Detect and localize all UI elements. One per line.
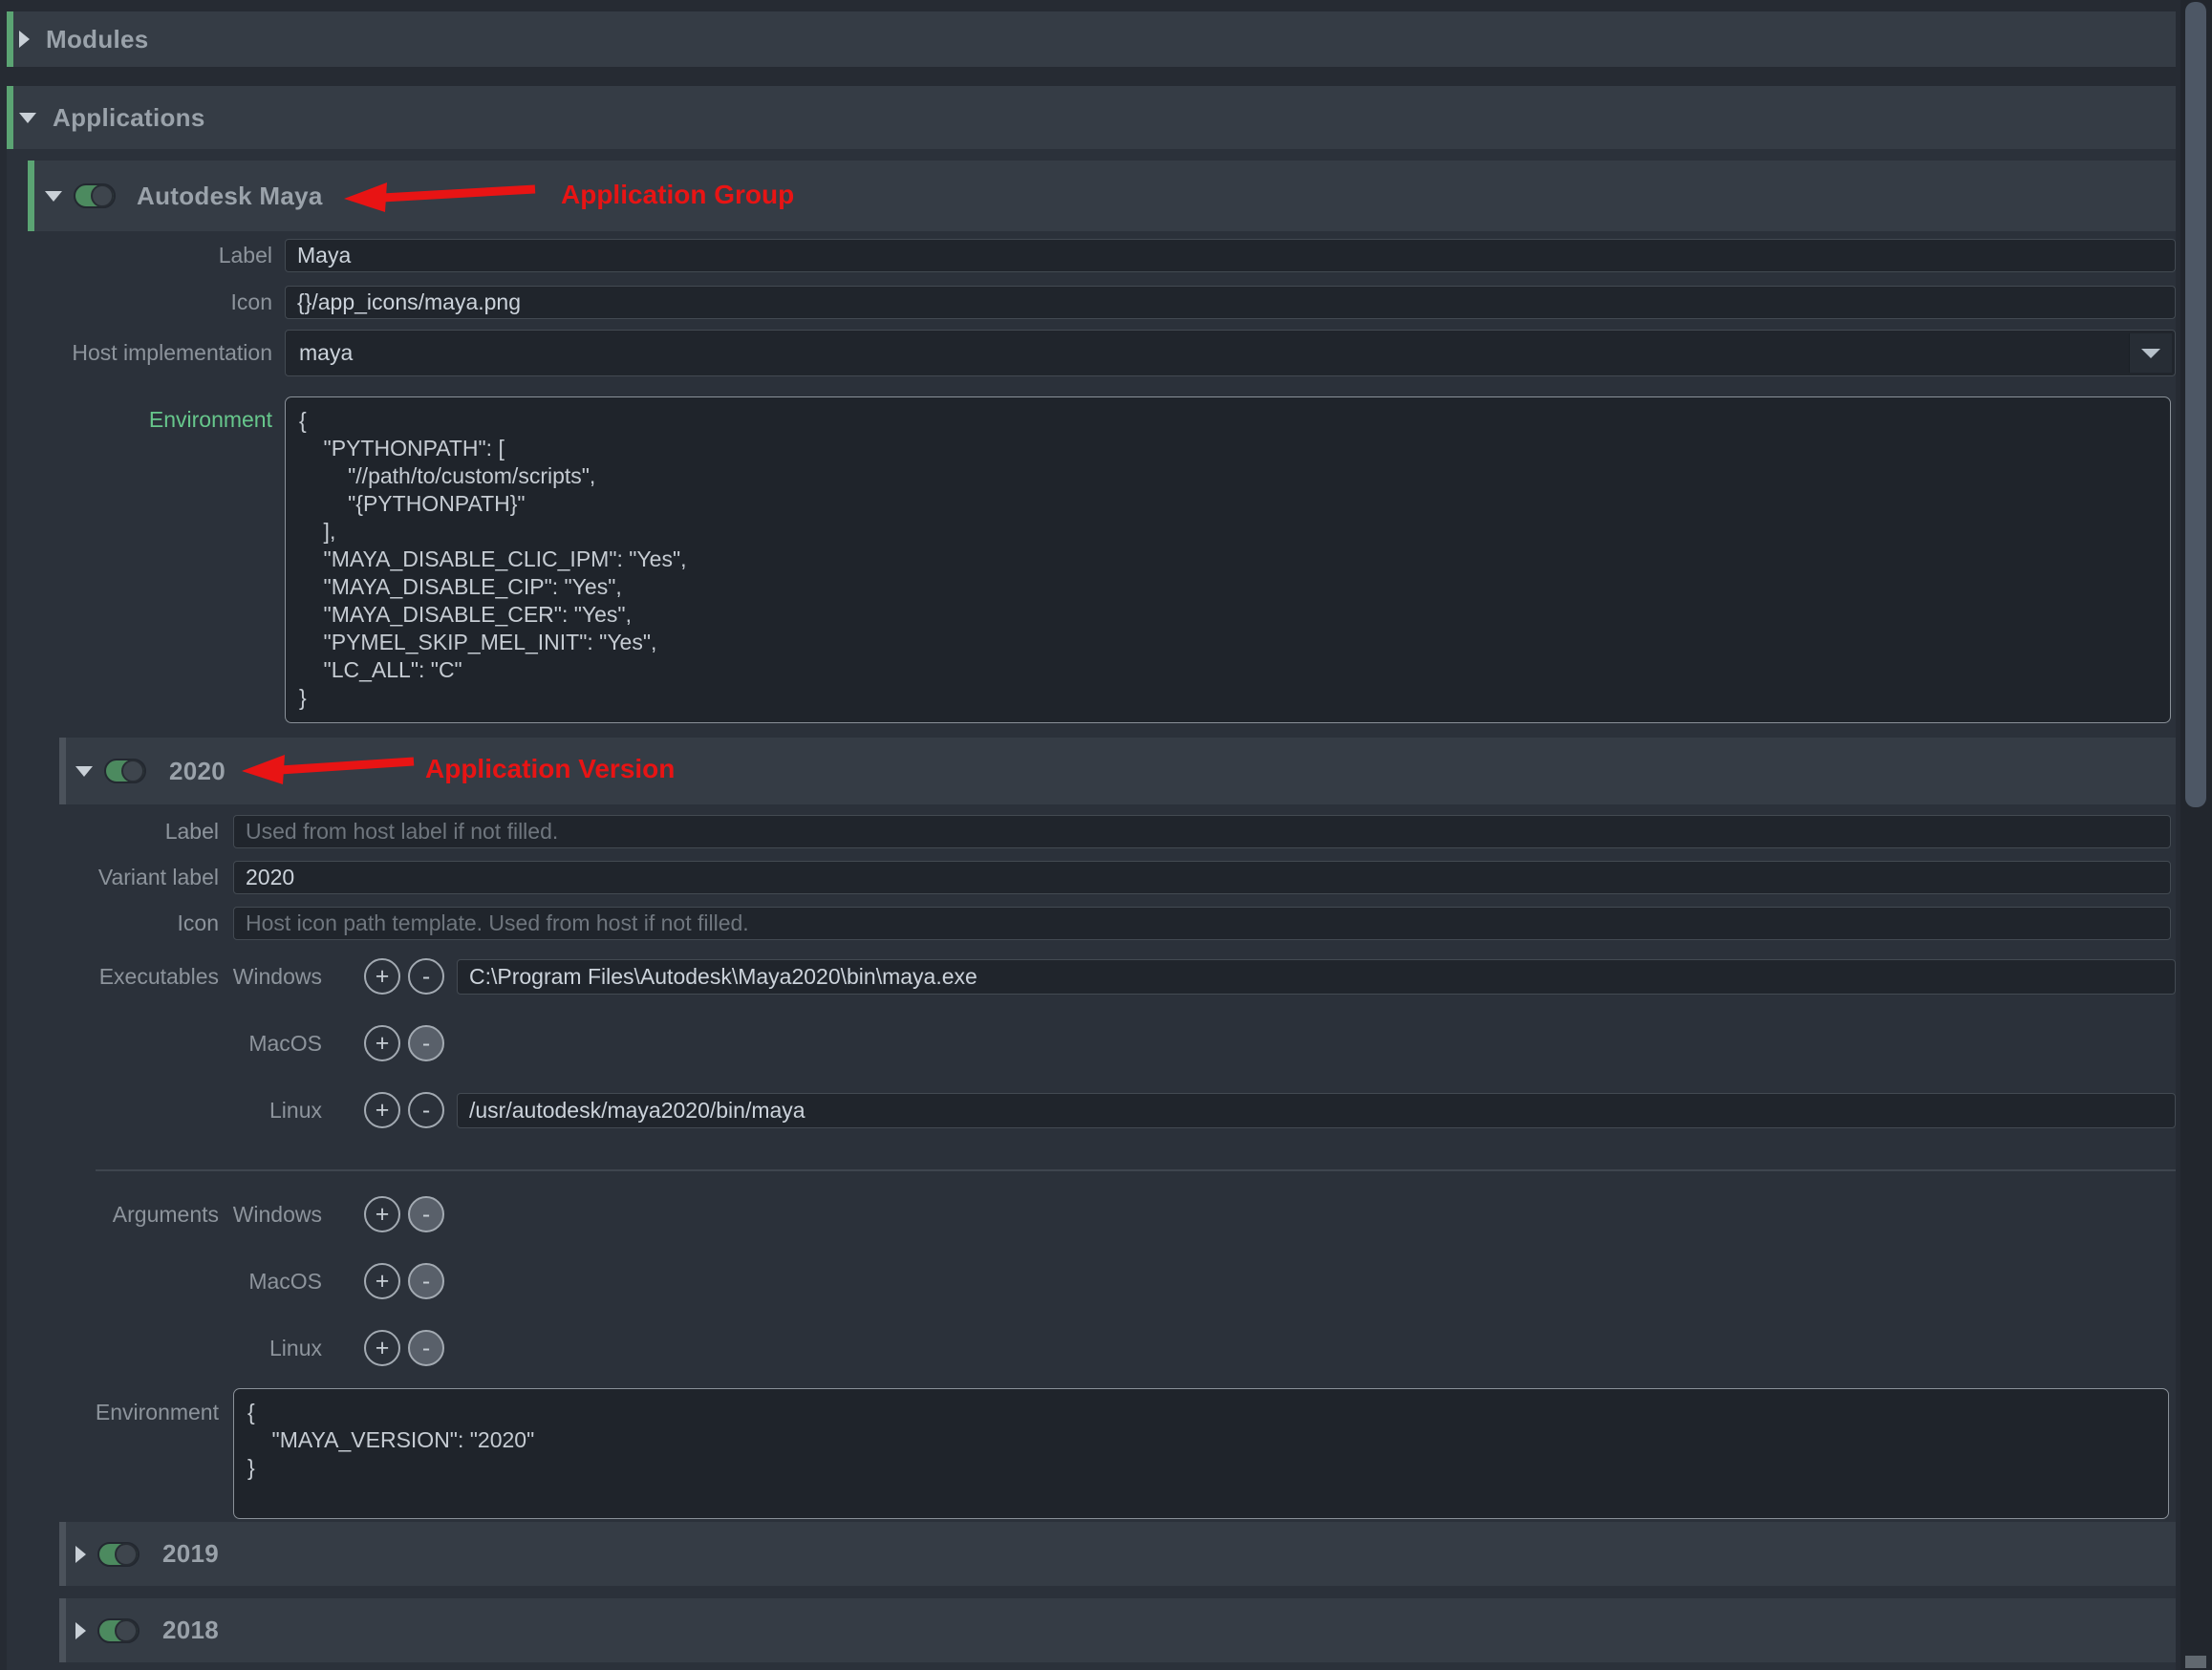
version-2020-left-bar [59,738,66,804]
annotation-application-group: Application Group [561,180,794,210]
version-2018-toggle-knob [115,1619,138,1642]
arguments-windows-remove-button[interactable]: - [408,1196,444,1232]
chevron-down-icon [2141,349,2160,358]
version-2019-title: 2019 [162,1539,219,1569]
settings-page: Modules Applications Autodesk Maya Appli… [0,0,2212,1670]
executables-windows-add-button[interactable]: + [364,958,400,995]
version-label-input[interactable] [233,815,2171,848]
executables-windows-label: Windows [229,955,322,998]
version-icon-input[interactable] [233,907,2171,940]
arguments-windows-label: Windows [229,1193,322,1236]
version-2020-title: 2020 [169,757,225,786]
executables-linux-remove-button[interactable]: - [408,1092,444,1128]
version-2018-left-bar [59,1598,66,1662]
version-2019-toggle-knob [115,1543,138,1566]
version-icon-field-label: Icon [38,907,219,940]
maya-label-input[interactable] [285,239,2176,272]
executables-windows-remove-button[interactable]: - [408,958,444,995]
executables-windows-path-input[interactable] [457,959,2176,995]
maya-enabled-toggle[interactable] [74,183,116,208]
arguments-linux-add-button[interactable]: + [364,1330,400,1366]
arguments-windows-add-button[interactable]: + [364,1196,400,1232]
applications-accent-bar [7,86,13,149]
version-2018-caret-right-icon[interactable] [75,1622,86,1639]
maya-caret-down-icon[interactable] [45,191,62,202]
host-implementation-label: Host implementation [57,330,272,376]
executables-macos-add-button[interactable]: + [364,1025,400,1061]
host-implementation-dropdown-button[interactable] [2129,333,2172,373]
version-header-2019[interactable]: 2019 [59,1522,2176,1586]
arguments-linux-label: Linux [229,1327,322,1370]
section-header-applications[interactable]: Applications [7,86,2176,149]
version-2019-enabled-toggle[interactable] [97,1542,140,1567]
arguments-macos-remove-button[interactable]: - [408,1263,444,1299]
arguments-linux-remove-button[interactable]: - [408,1330,444,1366]
executables-group-label: Executables [38,955,219,998]
arguments-macos-label: MacOS [229,1260,322,1303]
arguments-group-label: Arguments [38,1193,219,1236]
modules-accent-bar [7,11,13,67]
maya-environment-label: Environment [57,405,272,434]
executables-linux-label: Linux [229,1089,322,1132]
annotation-application-version: Application Version [425,754,675,784]
version-environment-label: Environment [38,1398,219,1426]
modules-caret-right-icon[interactable] [19,31,30,48]
section-header-modules[interactable]: Modules [7,11,2176,67]
host-implementation-value: maya [299,340,353,366]
version-header-2018[interactable]: 2018 [59,1598,2176,1662]
maya-environment-textarea[interactable]: { "PYTHONPATH": [ "//path/to/custom/scri… [285,396,2171,723]
version-2020-caret-down-icon[interactable] [75,766,93,777]
modules-title: Modules [46,25,149,54]
version-label-field-label: Label [38,815,219,848]
version-environment-textarea[interactable]: { "MAYA_VERSION": "2020" } [233,1388,2169,1519]
variant-label-input[interactable] [233,861,2171,894]
executables-macos-label: MacOS [229,1022,322,1065]
vertical-scrollbar-thumb[interactable] [2185,2,2206,807]
version-2019-left-bar [59,1522,66,1586]
arguments-macos-add-button[interactable]: + [364,1263,400,1299]
maya-accent-bar [28,161,34,231]
version-2020-toggle-knob [121,760,144,782]
maya-label-field-label: Label [57,239,272,272]
annotation-arrow-application-group [339,175,540,219]
executables-macos-remove-button[interactable]: - [408,1025,444,1061]
scrollbar-corner [2185,1656,2206,1668]
version-2020-enabled-toggle[interactable] [104,759,146,783]
version-2018-enabled-toggle[interactable] [97,1618,140,1643]
applications-caret-down-icon[interactable] [19,113,36,123]
executables-arguments-divider [96,1169,2176,1171]
maya-group-title: Autodesk Maya [137,182,323,211]
host-implementation-select[interactable]: maya [285,330,2176,376]
maya-icon-field-label: Icon [57,286,272,319]
applications-title: Applications [53,103,205,133]
annotation-arrow-application-version [237,748,419,791]
version-2019-caret-right-icon[interactable] [75,1546,86,1563]
maya-icon-input[interactable] [285,286,2176,319]
version-2018-title: 2018 [162,1616,219,1645]
executables-linux-path-input[interactable] [457,1093,2176,1128]
variant-label-field-label: Variant label [38,861,219,894]
maya-toggle-knob [91,184,114,207]
executables-linux-add-button[interactable]: + [364,1092,400,1128]
